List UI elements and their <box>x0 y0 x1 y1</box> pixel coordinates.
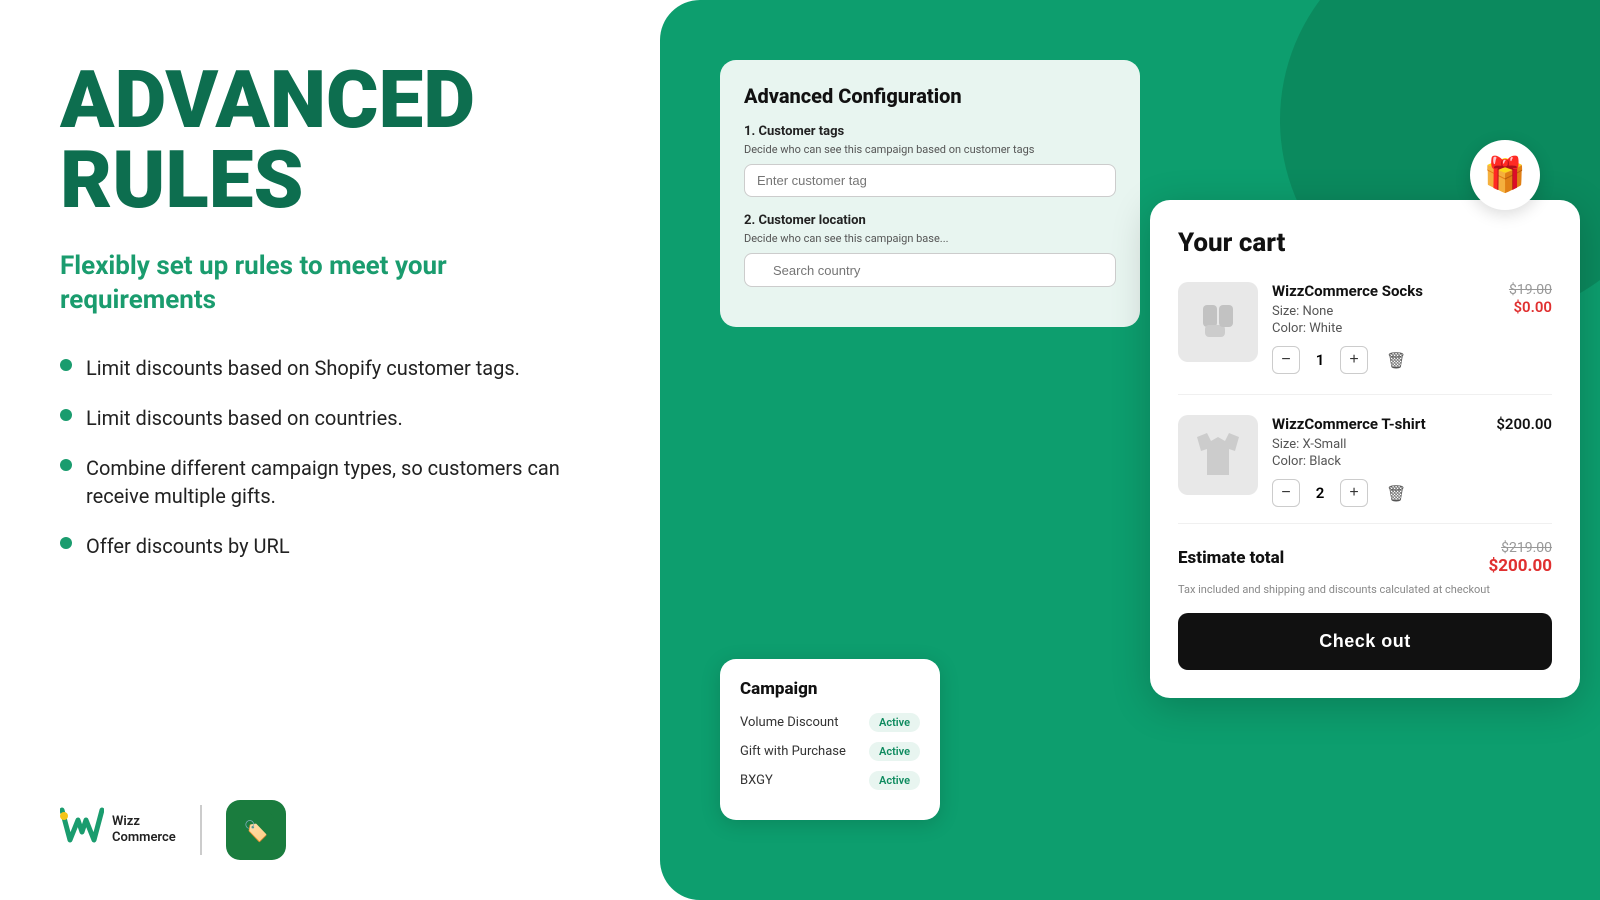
estimate-label: Estimate total <box>1178 548 1284 568</box>
logo-text: Wizz Commerce <box>112 814 176 845</box>
cart-item-socks: WizzCommerce Socks Size: None Color: Whi… <box>1178 282 1552 395</box>
section2-title: 2. Customer location <box>744 213 1116 228</box>
list-item: Limit discounts based on Shopify custome… <box>60 354 600 382</box>
campaign-name-1: Volume Discount <box>740 715 838 730</box>
tshirt-name: WizzCommerce T-shirt <box>1272 415 1482 433</box>
campaign-title: Campaign <box>740 679 920 699</box>
socks-qty-plus[interactable]: + <box>1340 346 1368 374</box>
estimate-prices: $219.00 $200.00 <box>1489 540 1552 576</box>
bullet-dot <box>60 537 72 549</box>
app-icon: 🏷️ <box>226 800 286 860</box>
tshirt-trash-icon[interactable]: 🗑 <box>1386 484 1406 503</box>
advanced-config-card: Advanced Configuration 1. Customer tags … <box>720 60 1140 327</box>
estimate-discounted: $200.00 <box>1489 556 1552 576</box>
bullet-dot <box>60 459 72 471</box>
logo-w-letter <box>60 806 104 854</box>
gift-icon-circle: 🎁 <box>1470 140 1540 210</box>
right-panel: Advanced Configuration 1. Customer tags … <box>660 0 1600 900</box>
cart-item-tshirt: WizzCommerce T-shirt Size: X-Small Color… <box>1178 415 1552 524</box>
checkout-button[interactable]: Check out <box>1178 613 1552 670</box>
tax-note: Tax included and shipping and discounts … <box>1178 582 1552 597</box>
socks-price-discounted: $0.00 <box>1509 298 1552 316</box>
socks-qty-minus[interactable]: − <box>1272 346 1300 374</box>
campaign-badge-2: Active <box>869 742 920 761</box>
svg-text:🏷️: 🏷️ <box>243 819 268 843</box>
socks-trash-icon[interactable]: 🗑 <box>1386 351 1406 370</box>
campaign-name-2: Gift with Purchase <box>740 744 846 759</box>
adv-config-title: Advanced Configuration <box>744 84 1116 108</box>
tshirt-color: Color: Black <box>1272 454 1482 469</box>
country-search-input[interactable] <box>744 253 1116 287</box>
cart-card: Your cart WizzCommerce Socks Size: None … <box>1150 200 1580 698</box>
cart-title: Your cart <box>1178 228 1552 258</box>
logo-divider <box>200 805 202 855</box>
list-item: Offer discounts by URL <box>60 532 600 560</box>
tshirt-image <box>1178 415 1258 495</box>
left-panel: ADVANCED RULES Flexibly set up rules to … <box>0 0 660 900</box>
list-item: Limit discounts based on countries. <box>60 404 600 432</box>
socks-color: Color: White <box>1272 321 1495 336</box>
campaign-row-1: Volume Discount Active <box>740 713 920 732</box>
list-item: Combine different campaign types, so cus… <box>60 454 600 510</box>
bullet-dot <box>60 359 72 371</box>
campaign-name-3: BXGY <box>740 773 773 788</box>
tshirt-details: WizzCommerce T-shirt Size: X-Small Color… <box>1272 415 1482 507</box>
campaign-row-2: Gift with Purchase Active <box>740 742 920 761</box>
campaign-badge-3: Active <box>869 771 920 790</box>
subtitle: Flexibly set up rules to meet your requi… <box>60 250 600 318</box>
config-section-location: 2. Customer location Decide who can see … <box>744 213 1116 287</box>
tshirt-qty-plus[interactable]: + <box>1340 479 1368 507</box>
tshirt-qty-controls: − 2 + 🗑 <box>1272 479 1482 507</box>
footer-logos: Wizz Commerce 🏷️ <box>60 800 600 860</box>
tshirt-qty: 2 <box>1310 484 1330 502</box>
section2-desc: Decide who can see this campaign base... <box>744 232 1116 245</box>
campaign-card: Campaign Volume Discount Active Gift wit… <box>720 659 940 820</box>
gift-icon: 🎁 <box>1484 155 1526 195</box>
bullet-dot <box>60 409 72 421</box>
tshirt-size: Size: X-Small <box>1272 437 1482 452</box>
socks-price-original: $19.00 <box>1509 282 1552 298</box>
campaign-row-3: BXGY Active <box>740 771 920 790</box>
main-title: ADVANCED RULES <box>60 60 600 220</box>
section1-desc: Decide who can see this campaign based o… <box>744 143 1116 156</box>
section1-title: 1. Customer tags <box>744 124 1116 139</box>
wizzcommerce-logo: Wizz Commerce <box>60 806 176 854</box>
socks-qty: 1 <box>1310 351 1330 369</box>
tshirt-price: $200.00 <box>1496 415 1552 433</box>
search-wrapper: 🔍 <box>744 253 1116 287</box>
socks-price: $19.00 $0.00 <box>1509 282 1552 316</box>
tshirt-qty-minus[interactable]: − <box>1272 479 1300 507</box>
bullet-list: Limit discounts based on Shopify custome… <box>60 354 600 560</box>
socks-name: WizzCommerce Socks <box>1272 282 1495 300</box>
socks-image <box>1178 282 1258 362</box>
socks-details: WizzCommerce Socks Size: None Color: Whi… <box>1272 282 1495 374</box>
left-content: ADVANCED RULES Flexibly set up rules to … <box>60 60 600 582</box>
socks-qty-controls: − 1 + 🗑 <box>1272 346 1495 374</box>
socks-size: Size: None <box>1272 304 1495 319</box>
campaign-badge-1: Active <box>869 713 920 732</box>
tshirt-price-full: $200.00 <box>1496 415 1552 433</box>
config-section-tags: 1. Customer tags Decide who can see this… <box>744 124 1116 197</box>
estimate-original: $219.00 <box>1489 540 1552 556</box>
customer-tag-input[interactable] <box>744 164 1116 197</box>
estimate-row: Estimate total $219.00 $200.00 <box>1178 540 1552 576</box>
